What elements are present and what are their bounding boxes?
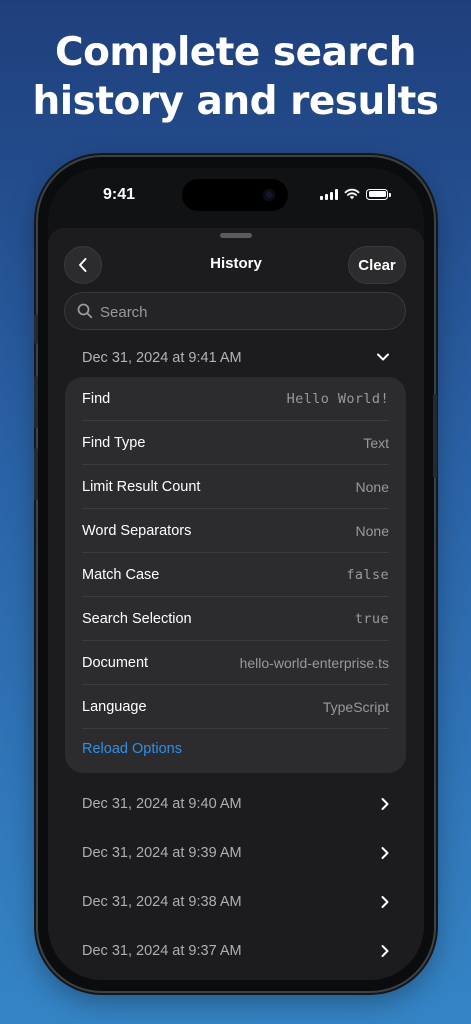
detail-value: false bbox=[346, 567, 389, 583]
detail-row-word-separators: Word Separators None bbox=[65, 509, 406, 553]
search-icon bbox=[77, 303, 93, 319]
detail-value: Hello World! bbox=[286, 391, 389, 407]
detail-row-find-type: Find Type Text bbox=[65, 421, 406, 465]
sheet-grabber[interactable] bbox=[220, 233, 252, 238]
detail-value: Text bbox=[363, 435, 389, 451]
history-sheet: History Clear Dec 31, 2024 at 9:41 AM Fi… bbox=[48, 228, 424, 980]
detail-value: None bbox=[355, 523, 389, 539]
clear-button[interactable]: Clear bbox=[348, 246, 406, 284]
action-button bbox=[34, 314, 38, 344]
reload-options-button[interactable]: Reload Options bbox=[82, 741, 182, 757]
status-bar: 9:41 bbox=[48, 168, 424, 228]
status-icons bbox=[320, 188, 391, 200]
detail-label: Document bbox=[82, 655, 149, 671]
detail-label: Find Type bbox=[82, 435, 146, 451]
volume-down-button bbox=[34, 448, 38, 500]
detail-label: Search Selection bbox=[82, 611, 192, 627]
search-bar[interactable] bbox=[64, 292, 406, 331]
detail-value: true bbox=[354, 611, 389, 627]
expanded-entry-header[interactable]: Dec 31, 2024 at 9:41 AM bbox=[48, 342, 424, 372]
divider bbox=[82, 728, 389, 729]
chevron-right-icon bbox=[381, 798, 389, 810]
power-button bbox=[433, 394, 437, 478]
nav-bar: History Clear bbox=[48, 246, 424, 284]
detail-label: Limit Result Count bbox=[82, 479, 201, 495]
camera-icon bbox=[263, 189, 275, 201]
detail-row-search-selection: Search Selection true bbox=[65, 597, 406, 641]
detail-row-limit-result-count: Limit Result Count None bbox=[65, 465, 406, 509]
chevron-right-icon bbox=[381, 896, 389, 908]
battery-icon bbox=[366, 188, 391, 200]
chevron-right-icon bbox=[381, 945, 389, 957]
search-input[interactable] bbox=[98, 293, 392, 331]
detail-row-find: Find Hello World! bbox=[65, 377, 406, 421]
history-item[interactable]: Dec 31, 2024 at 9:40 AM bbox=[48, 788, 424, 837]
history-item[interactable]: Dec 31, 2024 at 9:37 AM bbox=[48, 935, 424, 980]
detail-label: Find bbox=[82, 391, 111, 407]
history-item-date: Dec 31, 2024 at 9:38 AM bbox=[82, 894, 242, 910]
detail-label: Match Case bbox=[82, 567, 160, 583]
cellular-signal-icon bbox=[320, 188, 338, 200]
history-item-date: Dec 31, 2024 at 9:40 AM bbox=[82, 796, 242, 812]
volume-up-button bbox=[34, 376, 38, 428]
phone-screen: 9:41 History Clear Search Dec 31, 2024 a… bbox=[48, 168, 424, 980]
dynamic-island bbox=[182, 179, 288, 211]
wifi-icon bbox=[344, 188, 360, 200]
history-item-date: Dec 31, 2024 at 9:39 AM bbox=[82, 845, 242, 861]
detail-value: TypeScript bbox=[322, 699, 389, 715]
entry-details-card: Find Hello World! Find Type Text Limit R… bbox=[65, 377, 406, 773]
status-time: 9:41 bbox=[103, 186, 136, 203]
detail-label: Word Separators bbox=[82, 523, 192, 539]
headline: Complete search history and results bbox=[0, 28, 471, 126]
entry-date: Dec 31, 2024 at 9:41 AM bbox=[82, 350, 242, 366]
detail-value: None bbox=[355, 479, 389, 495]
detail-label: Language bbox=[82, 699, 147, 715]
history-item-date: Dec 31, 2024 at 9:37 AM bbox=[82, 943, 242, 959]
chevron-down-icon bbox=[377, 353, 389, 361]
detail-value: hello-world-enterprise.ts bbox=[239, 655, 389, 671]
headline-line-2: history and results bbox=[32, 79, 439, 124]
chevron-right-icon bbox=[381, 847, 389, 859]
detail-row-document: Document hello-world-enterprise.ts bbox=[65, 641, 406, 685]
detail-row-language: Language TypeScript bbox=[65, 685, 406, 729]
history-item[interactable]: Dec 31, 2024 at 9:39 AM bbox=[48, 837, 424, 886]
headline-line-1: Complete search bbox=[54, 30, 417, 75]
detail-row-match-case: Match Case false bbox=[65, 553, 406, 597]
history-item[interactable]: Dec 31, 2024 at 9:38 AM bbox=[48, 886, 424, 935]
